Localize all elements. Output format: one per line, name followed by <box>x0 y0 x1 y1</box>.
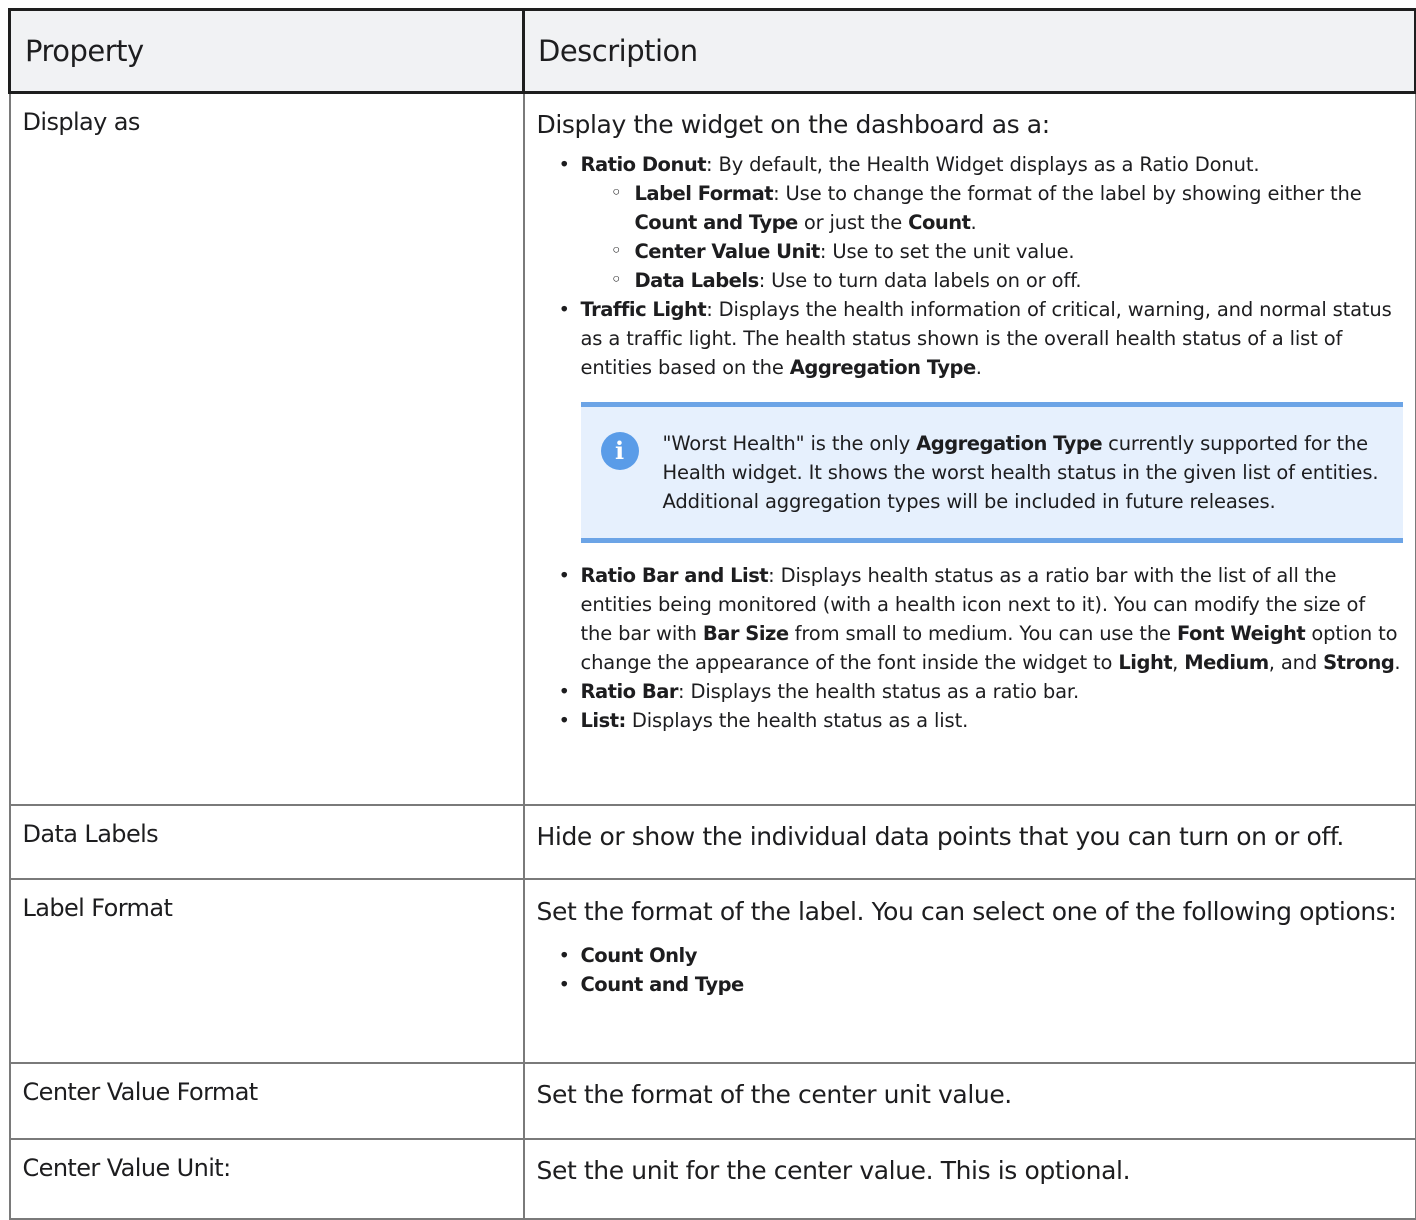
info-icon: i <box>600 432 639 470</box>
option-label: Count and Type <box>580 972 745 996</box>
info-note: i "Worst Health" is the only Aggregation… <box>580 402 1403 543</box>
term: Ratio Bar <box>580 680 679 703</box>
note-text: "Worst Health" is the only <box>662 432 917 455</box>
text: : Use to turn data labels on or off. <box>758 269 1082 292</box>
term-text: : By default, the Health Widget displays… <box>706 153 1260 176</box>
text: . <box>1394 651 1401 674</box>
table-row-label-format: Label Format Set the format of the label… <box>8 877 1416 1064</box>
property-name: Label Format <box>22 893 173 922</box>
description-text: Set the format of the center unit value. <box>536 1079 1013 1109</box>
bold-term: Medium <box>1184 651 1269 674</box>
property-cell: Center Value Unit: <box>8 1137 525 1220</box>
label-format-options: Count Only Count and Type <box>537 941 1403 999</box>
property-cell: Center Value Format <box>8 1061 525 1140</box>
properties-table: Property Description Display as Display … <box>8 8 1416 1220</box>
sublist-item-center-value-unit: Center Value Unit: Use to set the unit v… <box>611 236 1403 266</box>
property-name: Display as <box>22 108 141 136</box>
text: : Use to set the unit value. <box>819 240 1075 263</box>
term: Label Format <box>634 182 774 205</box>
property-name-text: Center Value Unit <box>22 1153 224 1182</box>
display-options-list: Ratio Donut: By default, the Health Widg… <box>537 150 1403 382</box>
description-lead: Set the format of the label. You can sel… <box>536 896 1397 926</box>
table-header-row: Property Description <box>8 8 1416 94</box>
property-name: Center Value Format <box>22 1077 259 1106</box>
list-item-list: List: Displays the health status as a li… <box>559 706 1403 735</box>
description-cell: Hide or show the individual data points … <box>522 803 1416 880</box>
list-item: Count Only <box>559 941 1403 970</box>
description-text: Set the unit for the center value. This … <box>536 1155 1131 1185</box>
description-cell: Display the widget on the dashboard as a… <box>522 91 1416 806</box>
list-item-ratio-bar: Ratio Bar: Displays the health status as… <box>559 677 1403 706</box>
sublist-item-data-labels: Data Labels: Use to turn data labels on … <box>611 265 1403 295</box>
term: Data Labels <box>634 269 760 292</box>
text: : Displays the health status as a ratio … <box>678 680 1080 703</box>
bold-term: Count <box>908 211 971 234</box>
header-property: Property <box>8 8 525 94</box>
list-item-ratio-bar-and-list: Ratio Bar and List: Displays health stat… <box>559 561 1403 677</box>
text: from small to medium. You can use the <box>788 622 1177 645</box>
term: Traffic Light <box>580 298 707 321</box>
property-name: Center Value Unit: <box>23 1140 511 1182</box>
bold-term: Bar Size <box>702 622 789 645</box>
option-label: Count Only <box>580 943 698 967</box>
term: Ratio Donut <box>580 153 707 176</box>
table-row-center-value-unit: Center Value Unit: Set the unit for the … <box>8 1137 1416 1220</box>
bold-term: Strong <box>1323 651 1395 674</box>
header-description: Description <box>522 8 1416 94</box>
description-lead: Display the widget on the dashboard as a… <box>536 110 1051 139</box>
table-row-data-labels: Data Labels Hide or show the individual … <box>8 803 1416 880</box>
bold-term: Light <box>1118 651 1173 674</box>
property-name: Data Labels <box>22 819 159 848</box>
bold-term: Count and Type <box>634 211 799 234</box>
list-item: Count and Type <box>559 970 1403 999</box>
text: . <box>970 211 977 234</box>
bold-term: Aggregation Type <box>789 356 976 379</box>
description-cell: Set the format of the center unit value. <box>522 1061 1416 1140</box>
text: , and <box>1268 651 1324 674</box>
property-suffix: : <box>223 1153 231 1182</box>
text: : Use to change the format of the label … <box>773 182 1362 205</box>
display-options-list-continued: Ratio Bar and List: Displays health stat… <box>537 561 1403 735</box>
sublist-item-label-format: Label Format: Use to change the format o… <box>611 178 1403 237</box>
table-row-display-as: Display as Display the widget on the das… <box>8 91 1416 806</box>
text: or just the <box>797 211 909 234</box>
text: Displays the health status as a list. <box>625 709 969 732</box>
term: Ratio Bar and List <box>580 564 769 587</box>
property-cell: Display as <box>8 91 525 806</box>
term: Center Value Unit <box>634 240 821 263</box>
list-item-ratio-donut: Ratio Donut: By default, the Health Widg… <box>559 150 1403 295</box>
ratio-donut-sublist: Label Format: Use to change the format o… <box>581 178 1403 295</box>
property-cell: Label Format <box>8 877 525 1064</box>
term: List: <box>580 709 627 732</box>
property-cell: Data Labels <box>8 803 525 880</box>
description-cell: Set the unit for the center value. This … <box>522 1137 1416 1220</box>
description-text: Hide or show the individual data points … <box>536 821 1345 851</box>
table-row-center-value-format: Center Value Format Set the format of th… <box>8 1061 1416 1140</box>
bold-term: Font Weight <box>1176 622 1306 645</box>
text: , <box>1172 651 1185 674</box>
text: . <box>975 356 982 379</box>
list-item-traffic-light: Traffic Light: Displays the health infor… <box>559 295 1403 382</box>
bold-term: Aggregation Type <box>916 432 1103 455</box>
description-cell: Set the format of the label. You can sel… <box>522 877 1416 1064</box>
